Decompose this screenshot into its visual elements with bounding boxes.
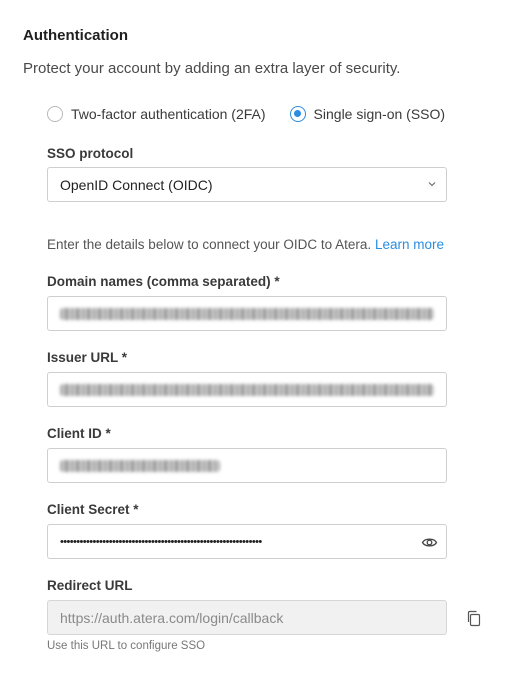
issuer-url-label: Issuer URL * (47, 350, 128, 365)
chevron-down-icon (428, 182, 436, 187)
auth-method-radio-group: Two-factor authentication (2FA) Single s… (47, 106, 445, 122)
show-password-eye-icon[interactable] (421, 534, 438, 551)
sso-protocol-select[interactable]: OpenID Connect (OIDC) (47, 167, 447, 202)
radio-2fa[interactable]: Two-factor authentication (2FA) (47, 106, 266, 122)
copy-icon[interactable] (466, 610, 482, 627)
client-id-label: Client ID * (47, 426, 111, 441)
redirect-url-input: https://auth.atera.com/login/callback (47, 600, 447, 635)
radio-2fa-label: Two-factor authentication (2FA) (71, 106, 266, 122)
sso-protocol-value: OpenID Connect (OIDC) (60, 176, 213, 193)
radio-sso[interactable]: Single sign-on (SSO) (289, 106, 446, 122)
oidc-info-message: Enter the details below to connect your … (47, 237, 375, 252)
client-id-redacted-value (60, 459, 220, 472)
issuer-url-input[interactable] (47, 372, 447, 407)
client-secret-masked-value: ••••••••••••••••••••••••••••••••••••••••… (60, 535, 262, 548)
client-id-input[interactable] (47, 448, 447, 483)
domain-names-input[interactable] (47, 296, 447, 331)
domain-names-label: Domain names (comma separated) * (47, 274, 280, 289)
radio-2fa-circle[interactable] (47, 106, 63, 122)
redirect-url-label: Redirect URL (47, 578, 133, 593)
issuer-url-redacted-value (60, 383, 434, 396)
client-secret-label: Client Secret * (47, 502, 139, 517)
oidc-info-text: Enter the details below to connect your … (47, 237, 444, 252)
radio-sso-label: Single sign-on (SSO) (313, 106, 446, 122)
sso-protocol-label: SSO protocol (47, 146, 134, 161)
redirect-url-help-text: Use this URL to configure SSO (47, 640, 206, 652)
radio-sso-circle[interactable] (289, 106, 306, 122)
learn-more-link[interactable]: Learn more (375, 237, 444, 252)
section-subtitle: Protect your account by adding an extra … (23, 60, 401, 77)
section-title: Authentication (23, 27, 128, 44)
client-secret-input[interactable]: ••••••••••••••••••••••••••••••••••••••••… (47, 524, 447, 559)
redirect-url-value: https://auth.atera.com/login/callback (60, 609, 284, 626)
domain-names-redacted-value (60, 307, 434, 320)
